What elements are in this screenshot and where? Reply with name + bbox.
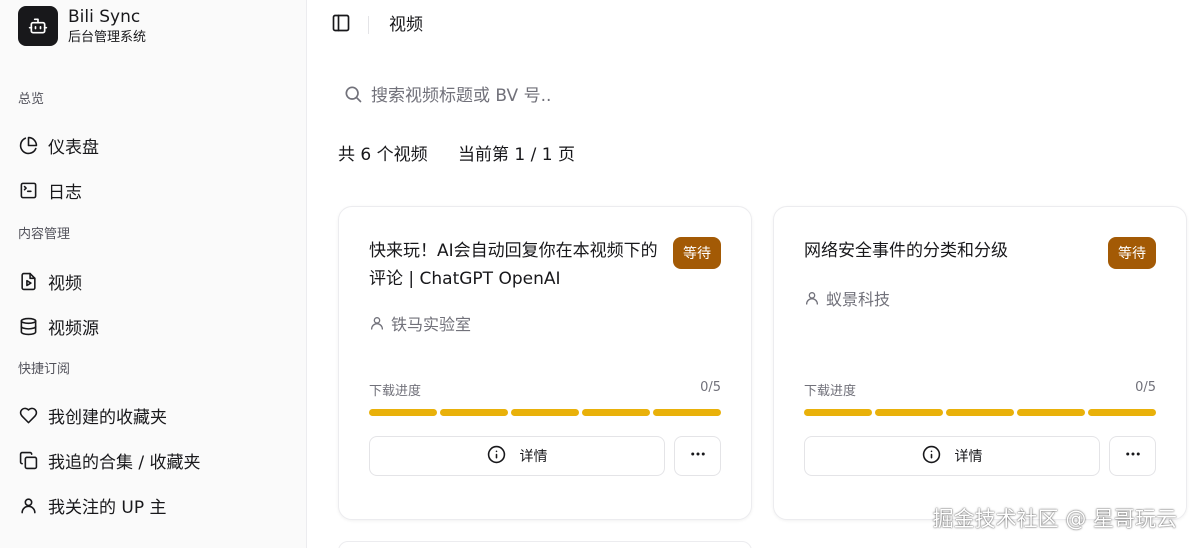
progress-segment (946, 409, 1014, 416)
brand[interactable]: Bili Sync 后台管理系统 (18, 6, 146, 46)
panel-left-icon (331, 13, 351, 37)
sidebar-item-label: 仪表盘 (48, 137, 99, 158)
progress-bar (804, 409, 1156, 416)
video-total: 共 6 个视频 (338, 145, 428, 165)
status-badge: 等待 (1108, 237, 1156, 269)
user-icon (804, 290, 820, 306)
video-author: 铁马实验室 (369, 311, 471, 335)
progress-segment (369, 409, 437, 416)
more-horizontal-icon (1124, 445, 1142, 467)
sidebar-item-dashboard[interactable]: 仪表盘 (10, 127, 298, 163)
terminal-icon (18, 180, 38, 200)
sidebar: Bili Sync 后台管理系统 总览 仪表盘 日志 内容管理 视频 视频源 快… (0, 0, 307, 548)
progress-segment (582, 409, 650, 416)
nav-group-content: 内容管理 (18, 227, 71, 242)
header-divider (368, 16, 369, 34)
database-icon (18, 316, 38, 336)
sidebar-item-video-sources[interactable]: 视频源 (10, 308, 298, 344)
sidebar-item-label: 视频源 (48, 318, 99, 339)
more-actions-button[interactable] (1109, 436, 1156, 476)
nav-group-subscriptions: 快捷订阅 (18, 362, 71, 377)
video-card-next (338, 541, 752, 548)
video-title: 网络安全事件的分类和分级 (804, 241, 1008, 261)
brand-title: Bili Sync (68, 6, 141, 27)
author-name: 蚁景科技 (826, 290, 891, 309)
sidebar-item-label: 日志 (48, 182, 82, 203)
file-video-icon (18, 271, 38, 291)
sidebar-item-label: 我关注的 UP 主 (48, 497, 167, 518)
info-icon (487, 445, 506, 468)
progress-segment (511, 409, 579, 416)
progress-count: 0/5 (700, 380, 721, 395)
sidebar-item-videos[interactable]: 视频 (10, 263, 298, 299)
progress-count: 0/5 (1135, 380, 1156, 395)
search-input[interactable] (371, 86, 851, 106)
pie-chart-icon (18, 135, 38, 155)
details-label: 详情 (954, 449, 983, 465)
progress-bar (369, 409, 721, 416)
watermark: 掘金技术社区 @ 星哥玩云 (932, 507, 1177, 531)
info-icon (922, 445, 941, 468)
progress-segment (1088, 409, 1156, 416)
progress-segment (440, 409, 508, 416)
details-button[interactable]: 详情 (369, 436, 665, 476)
details-label: 详情 (519, 449, 548, 465)
author-name: 铁马实验室 (391, 315, 472, 334)
search-box[interactable] (343, 80, 863, 112)
video-author: 蚁景科技 (804, 286, 890, 310)
brand-subtitle: 后台管理系统 (68, 29, 147, 45)
heart-icon (18, 405, 38, 425)
video-title: 快来玩！AI会自动回复你在本视频下的评论 | ChatGPT OpenAI (369, 241, 658, 289)
sidebar-item-label: 视频 (48, 273, 82, 294)
video-card: 快来玩！AI会自动回复你在本视频下的评论 | ChatGPT OpenAI 等待… (338, 206, 752, 520)
more-horizontal-icon (689, 445, 707, 467)
app-root: Bili Sync 后台管理系统 总览 仪表盘 日志 内容管理 视频 视频源 快… (0, 0, 1191, 548)
sidebar-item-label: 我追的合集 / 收藏夹 (48, 452, 201, 473)
video-card: 网络安全事件的分类和分级 等待 蚁景科技 下载进度 0/5 详情 (773, 206, 1187, 520)
nav-group-overview: 总览 (18, 92, 45, 107)
progress-label: 下载进度 (369, 384, 422, 399)
sidebar-toggle-button[interactable] (329, 13, 353, 37)
user-icon (18, 495, 38, 515)
sidebar-item-label: 我创建的收藏夹 (48, 407, 167, 428)
more-actions-button[interactable] (674, 436, 721, 476)
status-badge: 等待 (673, 237, 721, 269)
main-content: 视频 共 6 个视频 当前第 1 / 1 页 快来玩！AI会自动回复你在本视频下… (307, 0, 1191, 548)
progress-segment (875, 409, 943, 416)
collection-icon (18, 450, 38, 470)
sidebar-item-followed-uploaders[interactable]: 我关注的 UP 主 (10, 487, 298, 523)
sidebar-item-my-favorites[interactable]: 我创建的收藏夹 (10, 397, 298, 433)
page-indicator: 当前第 1 / 1 页 (458, 145, 575, 165)
bot-icon (18, 6, 58, 46)
sidebar-item-logs[interactable]: 日志 (10, 172, 298, 208)
search-icon (343, 84, 363, 108)
progress-segment (653, 409, 721, 416)
user-icon (369, 315, 385, 331)
progress-label: 下载进度 (804, 384, 857, 399)
progress-segment (804, 409, 872, 416)
sidebar-item-followed-collections[interactable]: 我追的合集 / 收藏夹 (10, 442, 298, 478)
progress-segment (1017, 409, 1085, 416)
details-button[interactable]: 详情 (804, 436, 1100, 476)
page-title: 视频 (389, 15, 423, 35)
